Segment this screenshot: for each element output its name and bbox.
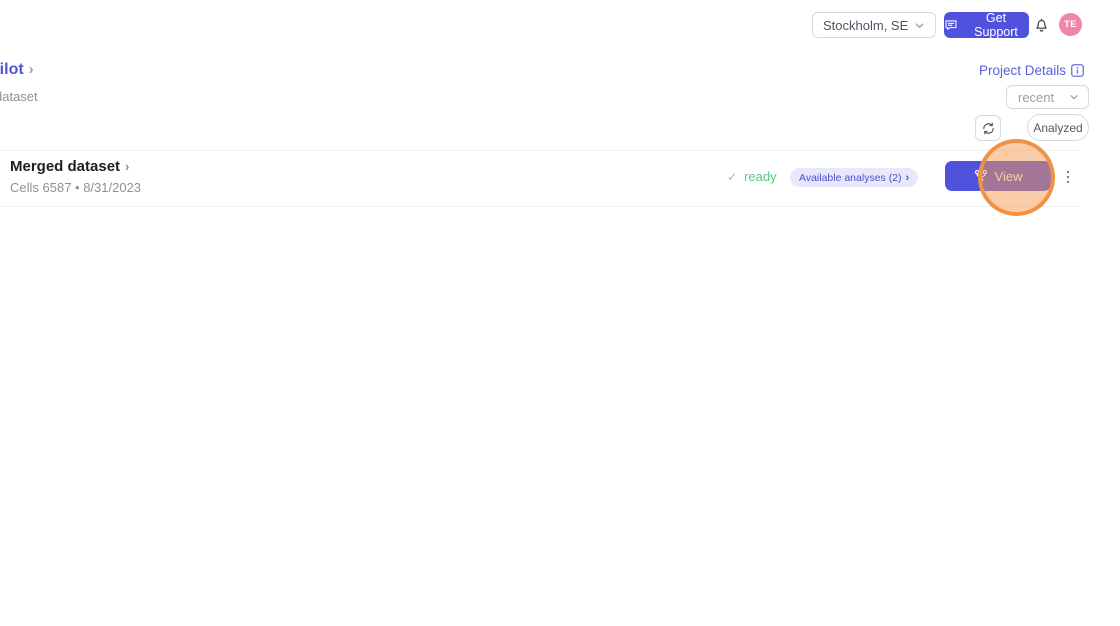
- status-label: ready: [744, 169, 777, 184]
- analyzed-filter-label: Analyzed: [1033, 120, 1083, 135]
- info-icon: [1071, 64, 1084, 77]
- location-select-value: Stockholm, SE: [823, 17, 909, 33]
- view-button[interactable]: View: [945, 161, 1051, 191]
- avatar[interactable]: TE: [1059, 13, 1082, 36]
- chevron-down-icon: [914, 20, 925, 31]
- breadcrumb[interactable]: Pilot ›: [0, 61, 34, 79]
- analyzed-filter-button[interactable]: Analyzed: [1027, 114, 1089, 141]
- project-details-link[interactable]: Project Details: [979, 63, 1084, 78]
- location-select[interactable]: Stockholm, SE: [812, 12, 936, 38]
- more-dot: [1066, 180, 1070, 184]
- more-dot: [1066, 170, 1070, 174]
- notifications-button[interactable]: [1032, 15, 1050, 34]
- dataset-title-link[interactable]: Merged dataset ›: [10, 158, 129, 175]
- analyses-badge-label: Available analyses (2): [799, 171, 902, 184]
- sort-select-value: recent: [1018, 89, 1055, 105]
- dataset-title: Merged dataset: [10, 158, 121, 175]
- sort-select[interactable]: recent: [1006, 85, 1089, 109]
- refresh-icon: [981, 121, 996, 136]
- row-more-menu[interactable]: [1061, 169, 1075, 185]
- get-support-label: Get Support: [974, 11, 1018, 39]
- comment-icon: [944, 18, 958, 32]
- dataset-meta: Cells 6587 • 8/31/2023: [10, 180, 142, 195]
- fork-icon: [974, 169, 988, 183]
- chevron-right-icon: ›: [905, 171, 910, 184]
- more-dot: [1066, 175, 1070, 179]
- view-button-label: View: [994, 168, 1023, 184]
- chevron-down-icon: [1069, 92, 1079, 102]
- bell-icon: [1033, 16, 1050, 34]
- chevron-right-icon: ›: [125, 159, 130, 174]
- page-subtitle: dataset: [0, 89, 38, 104]
- breadcrumb-project-name: Pilot: [0, 61, 24, 78]
- row-divider-top: [0, 150, 1080, 151]
- dataset-status: ✓ ready: [727, 169, 777, 184]
- chevron-right-icon: ›: [28, 61, 34, 78]
- row-divider-bottom: [0, 206, 1080, 207]
- refresh-button[interactable]: [975, 115, 1001, 141]
- project-details-label: Project Details: [978, 63, 1066, 78]
- check-icon: ✓: [727, 169, 738, 184]
- available-analyses-badge[interactable]: Available analyses (2) ›: [790, 168, 919, 187]
- avatar-initials: TE: [1064, 19, 1077, 30]
- get-support-button[interactable]: Get Support: [944, 11, 1029, 39]
